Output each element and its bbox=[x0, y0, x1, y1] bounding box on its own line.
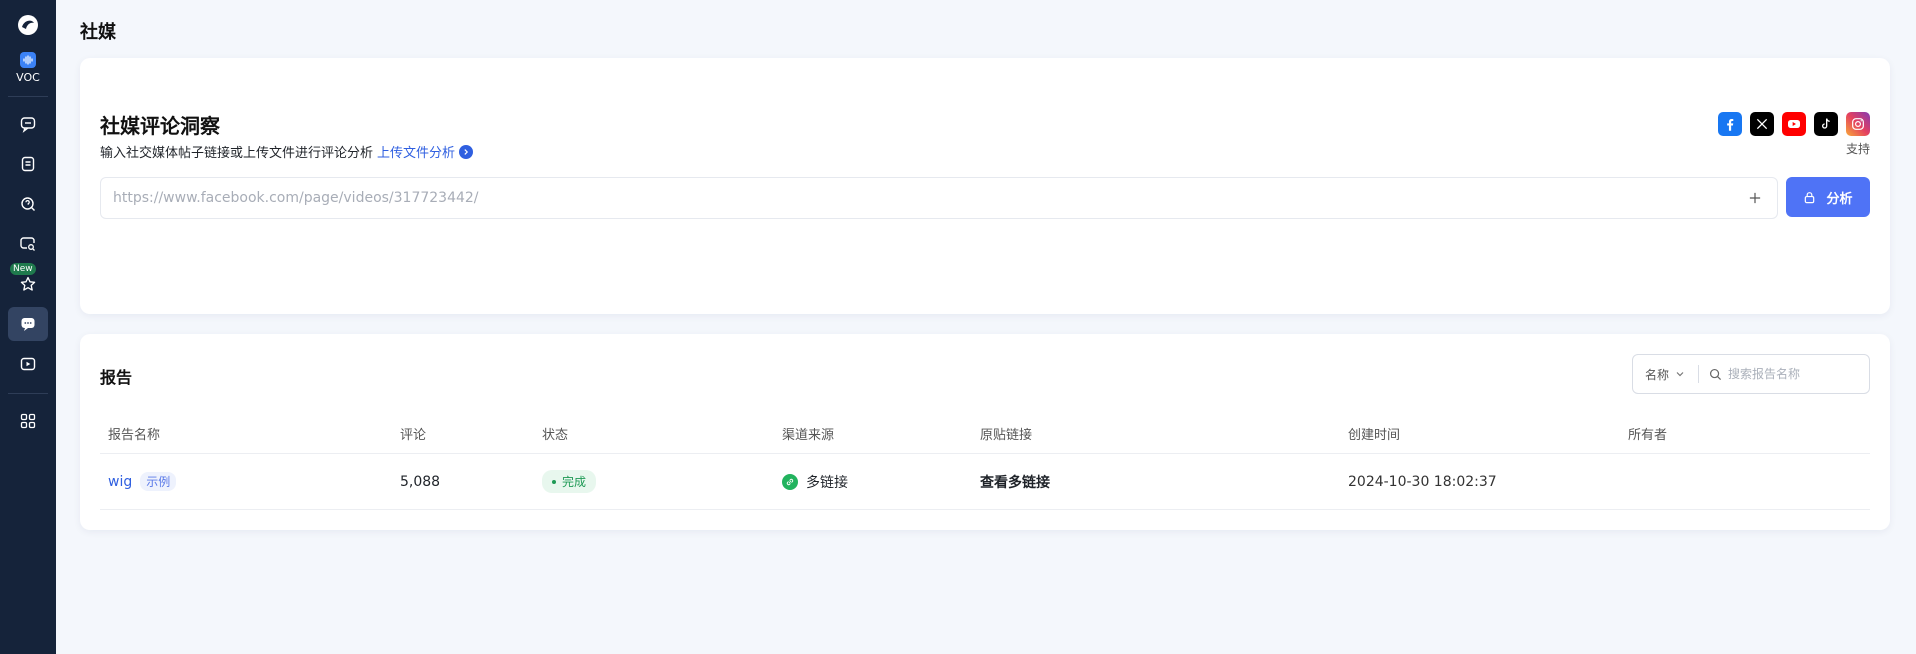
header-comments: 评论 bbox=[400, 428, 427, 443]
header-report-name: 报告名称 bbox=[108, 428, 161, 443]
sidebar-item-video[interactable] bbox=[8, 347, 48, 381]
filter-field-select[interactable]: 名称 bbox=[1633, 365, 1699, 383]
support-label: 支持 bbox=[1845, 142, 1870, 156]
example-tag: 示例 bbox=[140, 472, 177, 491]
search-icon bbox=[1709, 368, 1722, 380]
sidebar-divider bbox=[8, 393, 48, 394]
view-links-button[interactable]: 查看多链接 bbox=[980, 472, 1050, 492]
analyze-button[interactable]: 分析 bbox=[1786, 177, 1870, 217]
sidebar-item-apps[interactable] bbox=[8, 404, 48, 438]
page-title: 社媒 bbox=[80, 22, 116, 43]
status-label: 完成 bbox=[562, 475, 587, 489]
chat-icon bbox=[20, 117, 36, 133]
chevron-right-circle-icon[interactable] bbox=[459, 144, 474, 159]
analyze-button-label: 分析 bbox=[1826, 191, 1853, 207]
insight-title: 社媒评论洞察 bbox=[100, 114, 220, 138]
chevron-down-icon bbox=[1676, 372, 1684, 377]
insight-subtitle-row: 输入社交媒体帖子链接或上传文件进行评论分析 上传文件分析 bbox=[100, 142, 474, 161]
sidebar-item-favorites[interactable]: New bbox=[8, 263, 48, 301]
sidebar: VOC New bbox=[0, 0, 56, 654]
lock-icon bbox=[1805, 191, 1815, 203]
reports-title: 报告 bbox=[100, 368, 133, 387]
cell-status: 完成 bbox=[534, 470, 774, 493]
sidebar-item-voc[interactable]: VOC bbox=[16, 52, 40, 84]
star-icon bbox=[20, 276, 36, 291]
cell-created-time: 2024-10-30 18:02:37 bbox=[1348, 473, 1497, 490]
cell-report-name: wig 示例 bbox=[100, 472, 392, 491]
channel-label: 多链接 bbox=[806, 474, 848, 491]
insight-card: 社媒评论洞察 输入社交媒体帖子链接或上传文件进行评论分析 上传文件分析 支持 h… bbox=[80, 58, 1890, 314]
new-badge: New bbox=[10, 263, 36, 275]
sidebar-item-search-question[interactable] bbox=[8, 187, 48, 221]
sidebar-voc-label: VOC bbox=[16, 71, 40, 84]
sidebar-item-chat-search[interactable] bbox=[8, 227, 48, 261]
instagram-icon bbox=[1846, 112, 1870, 136]
tiktok-icon bbox=[1814, 112, 1838, 136]
app-logo-icon[interactable] bbox=[15, 12, 41, 38]
status-badge: 完成 bbox=[542, 470, 597, 493]
sidebar-item-comments[interactable] bbox=[8, 307, 48, 341]
table-row[interactable]: wig 示例 5,088 完成 多链接 查看多链接 2024-10-30 18:… bbox=[100, 454, 1870, 510]
post-url-input[interactable] bbox=[113, 190, 1745, 206]
url-input-box bbox=[100, 177, 1778, 219]
report-search-input[interactable] bbox=[1728, 367, 1868, 381]
chat-search-icon bbox=[20, 237, 35, 251]
report-search bbox=[1699, 367, 1868, 381]
header-owner: 所有者 bbox=[1628, 428, 1668, 443]
grid-apps-icon bbox=[20, 413, 36, 429]
report-name-link[interactable]: wig bbox=[108, 474, 132, 490]
notebook-icon bbox=[21, 156, 35, 172]
cell-channel: 多链接 bbox=[774, 472, 972, 492]
status-dot-icon bbox=[552, 479, 556, 484]
upload-file-link[interactable]: 上传文件分析 bbox=[377, 142, 455, 161]
add-link-plus-icon[interactable] bbox=[1745, 188, 1765, 208]
x-icon bbox=[1750, 112, 1774, 136]
sidebar-divider bbox=[8, 96, 48, 97]
facebook-icon bbox=[1718, 112, 1742, 136]
cell-original-link: 查看多链接 bbox=[972, 472, 1340, 492]
header-channel: 渠道来源 bbox=[782, 428, 835, 443]
reports-card: 报告 名称 报告名称 评论 状态 渠道来源 原贴链接 创建时间 所有者 wig … bbox=[80, 334, 1890, 530]
sidebar-item-chat[interactable] bbox=[8, 107, 48, 141]
youtube-icon bbox=[1782, 112, 1806, 136]
report-filter: 名称 bbox=[1632, 354, 1870, 394]
video-play-icon bbox=[20, 357, 36, 371]
comment-icon bbox=[21, 318, 35, 331]
header-status: 状态 bbox=[542, 428, 569, 443]
filter-field-label: 名称 bbox=[1645, 367, 1670, 382]
insight-subtitle: 输入社交媒体帖子链接或上传文件进行评论分析 bbox=[100, 146, 374, 161]
voc-waveform-icon bbox=[19, 52, 36, 68]
search-question-icon bbox=[21, 197, 35, 211]
supported-platforms bbox=[1718, 112, 1870, 136]
cell-comments: 5,088 bbox=[400, 473, 441, 490]
link-icon bbox=[782, 473, 798, 490]
reports-table: 报告名称 评论 状态 渠道来源 原贴链接 创建时间 所有者 wig 示例 5,0… bbox=[100, 414, 1870, 510]
table-header: 报告名称 评论 状态 渠道来源 原贴链接 创建时间 所有者 bbox=[100, 414, 1870, 454]
sidebar-item-notebook[interactable] bbox=[8, 147, 48, 181]
header-original-link: 原贴链接 bbox=[980, 428, 1033, 443]
header-created-time: 创建时间 bbox=[1348, 428, 1401, 443]
